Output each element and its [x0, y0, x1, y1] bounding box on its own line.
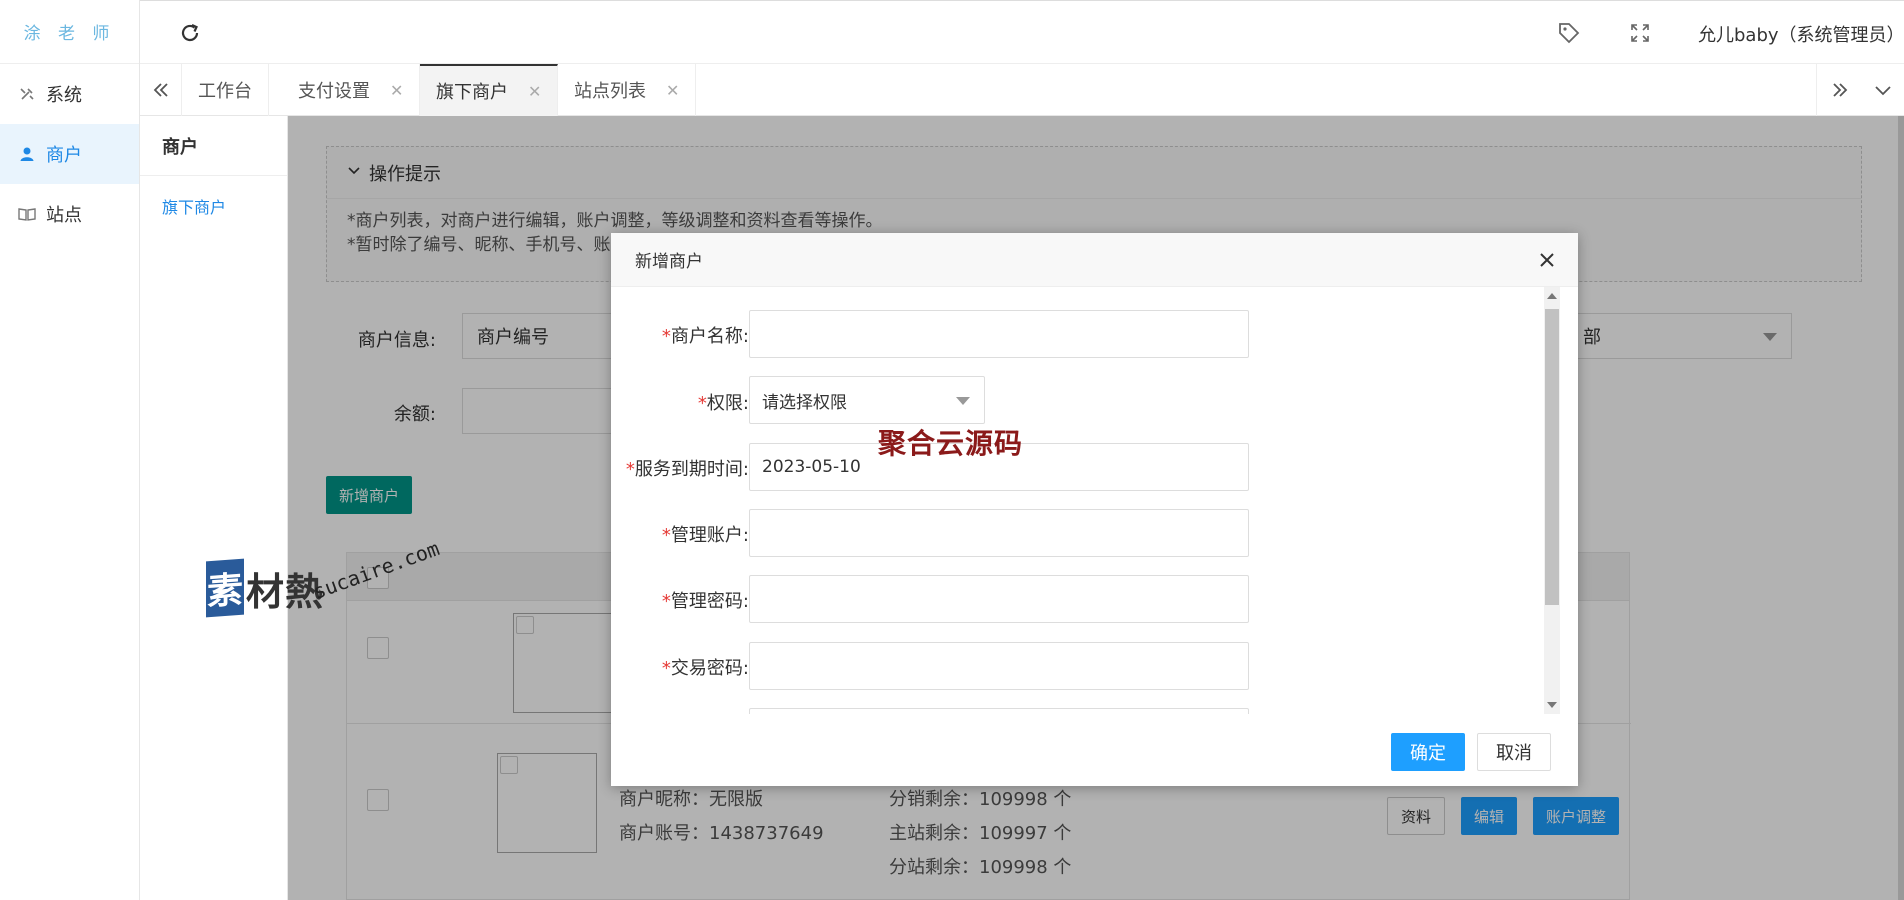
tab-label: 支付设置 [298, 81, 370, 102]
user-icon [18, 145, 36, 163]
field-label: *管理密码: [611, 587, 749, 613]
top-header: 允儿baby（系统管理员） [140, 0, 1904, 64]
watermark-text: 聚合云源码 [878, 427, 1024, 460]
sidebar-item-label: 系统 [46, 85, 82, 106]
field-label-text: 管理账户: [670, 525, 749, 546]
tab-site-list[interactable]: 站点列表 ✕ [558, 64, 697, 116]
tab-label: 站点列表 [574, 81, 646, 102]
tools-icon [18, 85, 36, 103]
user-menu[interactable]: 允儿baby（系统管理员） [1698, 21, 1904, 47]
logo: 涂 老 师 [0, 0, 139, 64]
admin-password-input[interactable] [749, 575, 1249, 623]
admin-account-input[interactable] [749, 509, 1249, 557]
tab-scroll-right-icon[interactable] [1816, 64, 1862, 116]
sidebar-item-label: 商户 [46, 145, 82, 166]
field-label: *商户名称: [611, 322, 749, 348]
sidebar-item-label: 站点 [46, 205, 82, 226]
merchant-name-input[interactable] [749, 310, 1249, 358]
dialog-header: 新增商户 [611, 233, 1578, 287]
sub-navigation: 商户 旗下商户 [140, 116, 288, 900]
required-mark: * [697, 393, 707, 414]
fullscreen-icon[interactable] [1628, 21, 1652, 45]
input-value: 2023-05-10 [762, 457, 861, 477]
select-value: 请选择权限 [762, 392, 847, 413]
book-icon [18, 205, 36, 223]
field-label-text: 商户名称: [670, 326, 749, 347]
field-label-text: 权限: [706, 393, 749, 414]
field-label: *交易密码: [611, 654, 749, 680]
left-sidebar: 涂 老 师 系统 商户 站点 [0, 0, 140, 900]
required-mark: * [625, 459, 635, 480]
field-label: *权限: [611, 389, 749, 415]
dialog-title: 新增商户 [635, 252, 703, 272]
scrollbar-thumb[interactable] [1545, 309, 1559, 605]
required-mark: * [661, 326, 671, 347]
field-label-text: 管理密码: [670, 591, 749, 612]
refresh-icon[interactable] [176, 19, 204, 47]
dialog-body: *商户名称: *权限: 请选择权限 *服务到期时间: 2023-05-10 *管… [611, 287, 1578, 714]
field-label: *服务到期时间: [611, 455, 749, 481]
required-mark: * [661, 591, 671, 612]
close-icon[interactable] [1534, 247, 1560, 273]
close-icon[interactable]: ✕ [528, 82, 541, 101]
subnav-item-merchants[interactable]: 旗下商户 [140, 194, 287, 218]
tab-scroll-left-icon[interactable] [140, 64, 182, 116]
watermark-mark: 素 [206, 558, 244, 618]
sidebar-item-merchant[interactable]: 商户 [0, 124, 139, 184]
close-icon[interactable]: ✕ [390, 81, 403, 100]
tag-icon[interactable] [1557, 21, 1581, 45]
field-label: *管理账户: [611, 521, 749, 547]
subnav-title: 商户 [140, 116, 287, 176]
permission-select[interactable]: 请选择权限 [749, 376, 985, 424]
field-label-text: 交易密码: [670, 658, 749, 679]
trade-password-input[interactable] [749, 642, 1249, 690]
sidebar-item-site[interactable]: 站点 [0, 184, 139, 244]
scroll-up-icon[interactable] [1547, 293, 1557, 299]
tab-bar: 工作台 支付设置 ✕ 旗下商户 ✕ 站点列表 ✕ [140, 64, 1904, 116]
tab-label: 工作台 [198, 81, 252, 102]
sidebar-item-system[interactable]: 系统 [0, 64, 139, 124]
close-icon[interactable]: ✕ [666, 81, 679, 100]
tab-workbench[interactable]: 工作台 [182, 64, 269, 116]
confirm-button[interactable]: 确定 [1391, 733, 1465, 771]
required-mark: * [661, 525, 671, 546]
tab-label: 旗下商户 [436, 82, 508, 103]
next-field-input[interactable] [749, 708, 1249, 714]
scroll-down-icon[interactable] [1547, 702, 1557, 708]
dialog-scrollbar[interactable] [1544, 287, 1560, 714]
chevron-down-icon[interactable] [1862, 64, 1904, 116]
tab-merchants[interactable]: 旗下商户 ✕ [420, 64, 559, 116]
cancel-button[interactable]: 取消 [1477, 733, 1551, 771]
watermark-logo: 素 材熱 [206, 558, 324, 618]
dropdown-arrow-icon [956, 397, 970, 405]
required-mark: * [661, 658, 671, 679]
tab-payment-settings[interactable]: 支付设置 ✕ [282, 64, 421, 116]
add-merchant-dialog: 新增商户 *商户名称: *权限: 请选择权限 *服务到期时间: 2023-05-… [611, 233, 1578, 786]
page-scrollbar[interactable] [1898, 116, 1904, 900]
field-label-text: 服务到期时间: [634, 459, 749, 480]
